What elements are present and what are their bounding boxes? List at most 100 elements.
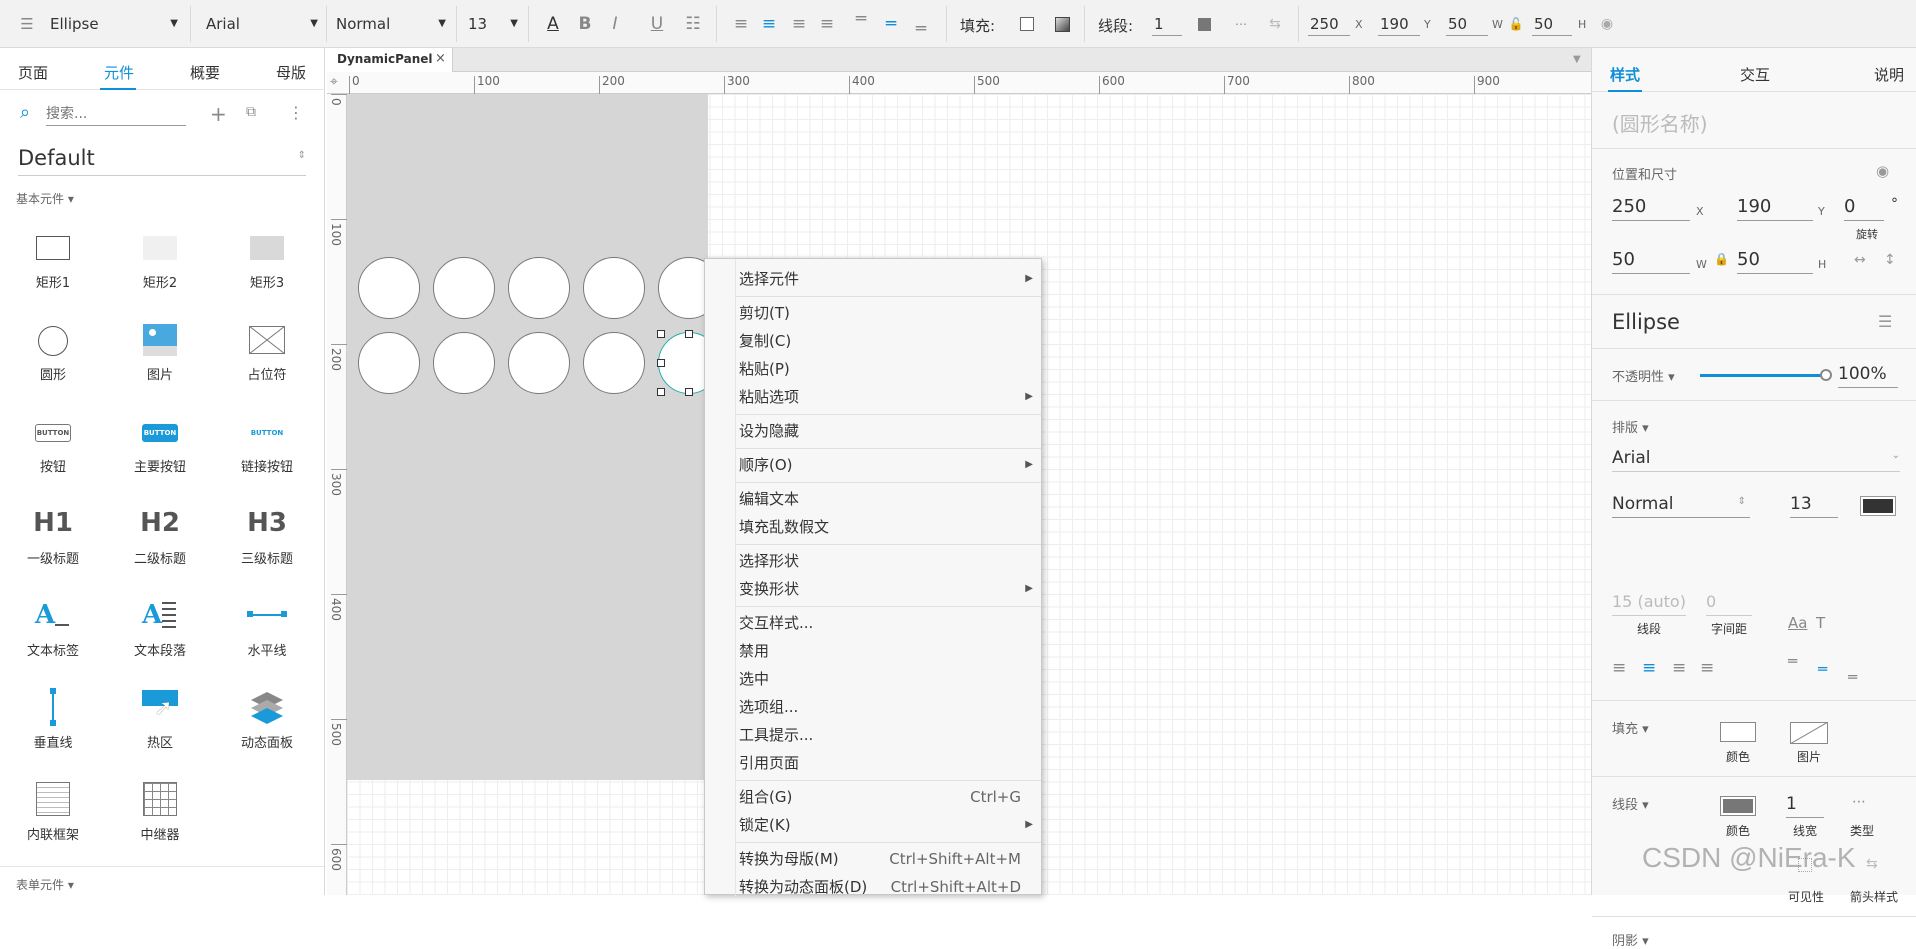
italic-icon[interactable]: I [604, 13, 626, 35]
fill-gradient-icon[interactable] [1055, 17, 1070, 32]
align-left-icon[interactable]: ≡ [1612, 658, 1626, 678]
font-size-select[interactable]: 13 ▼ [460, 10, 524, 38]
opacity-slider-thumb[interactable] [1820, 369, 1832, 381]
menu-item-edit-text[interactable]: 编辑文本 [705, 485, 1041, 513]
ellipse[interactable] [433, 257, 495, 319]
text-shadow-icon[interactable]: T [1816, 614, 1825, 632]
shape-name-input[interactable]: (圆形名称) [1612, 108, 1708, 137]
section-basic-widgets[interactable]: 基本元件 ▾ [16, 190, 74, 207]
lock-open-icon[interactable]: 🔓 [1505, 13, 1527, 35]
ellipse[interactable] [508, 257, 570, 319]
font-family-select[interactable]: Arial ⌄ [1612, 444, 1900, 472]
menu-item-convert-master[interactable]: 转换为母版(M) Ctrl+Shift+Alt+M [705, 845, 1041, 873]
opacity-slider-track[interactable] [1700, 374, 1826, 377]
resize-handle[interactable] [657, 388, 665, 396]
style-edit-icon[interactable]: ☰ [16, 13, 38, 35]
valign-top-icon[interactable]: ═ [850, 8, 872, 30]
align-right-icon[interactable]: ≡ [1672, 658, 1686, 678]
widget-rect3[interactable]: 矩形3 [217, 228, 317, 291]
menu-item-select-widget[interactable]: 选择元件 ▶ [705, 265, 1041, 293]
align-center-icon[interactable]: ≡ [1642, 658, 1656, 678]
height-field[interactable]: 50 [1737, 246, 1813, 274]
resize-handle[interactable] [657, 330, 665, 338]
eye-icon[interactable]: ◉ [1596, 13, 1618, 35]
shape-style-select[interactable]: Ellipse ▼ [42, 10, 184, 38]
width-field[interactable]: 50 [1612, 246, 1690, 274]
resize-handle[interactable] [685, 388, 693, 396]
y-field[interactable]: 190 [1737, 193, 1813, 221]
stroke-color-swatch[interactable] [1198, 18, 1211, 31]
x-input[interactable]: 250 [1308, 12, 1350, 36]
valign-bottom-icon[interactable]: ═ [910, 18, 932, 40]
search-input[interactable] [46, 102, 186, 126]
menu-item-set-hidden[interactable]: 设为隐藏 [705, 417, 1041, 445]
arrow-style-icon[interactable]: ⇆ [1866, 856, 1878, 872]
menu-item-transform-shape[interactable]: 变换形状 ▶ [705, 575, 1041, 603]
stroke-width-field[interactable]: 1 [1786, 790, 1824, 818]
widget-horizontal-line[interactable]: 水平线 [217, 596, 317, 659]
style-edit-icon[interactable]: ☰ [1878, 312, 1892, 331]
eye-icon[interactable]: ◉ [1876, 162, 1889, 180]
widget-dynamic-panel[interactable]: 动态面板 [217, 688, 317, 751]
tab-pages[interactable]: 页面 [18, 62, 48, 83]
widget-primary-button[interactable]: BUTTON 主要按钮 [110, 412, 210, 475]
resize-handle[interactable] [685, 330, 693, 338]
menu-item-copy[interactable]: 复制(C) [705, 327, 1041, 355]
widget-rect1[interactable]: 矩形1 [3, 228, 103, 291]
ellipse[interactable] [508, 332, 570, 394]
ellipse[interactable] [358, 257, 420, 319]
valign-middle-icon[interactable]: ═ [1818, 660, 1827, 678]
ellipse[interactable] [433, 332, 495, 394]
valign-top-icon[interactable]: ═ [1788, 652, 1797, 670]
widget-vertical-line[interactable]: 垂直线 [3, 688, 103, 751]
library-copy-icon[interactable]: ⧉ [246, 104, 256, 120]
widget-button[interactable]: BUTTON 按钮 [3, 412, 103, 475]
underline-icon[interactable]: U [646, 13, 668, 35]
arrow-style-icon[interactable]: ⇆ [1264, 13, 1286, 35]
bold-icon[interactable]: B [574, 13, 596, 35]
align-left-icon[interactable]: ≡ [730, 13, 752, 35]
resize-handle[interactable] [657, 359, 665, 367]
menu-item-selected[interactable]: 选中 [705, 665, 1041, 693]
more-options-icon[interactable]: ⋮ [288, 103, 304, 122]
tab-notes[interactable]: 说明 [1874, 64, 1904, 85]
menu-item-cut[interactable]: 剪切(T) [705, 299, 1041, 327]
close-icon[interactable]: × [435, 51, 446, 66]
widget-text-paragraph[interactable]: A 文本段落 [110, 596, 210, 659]
fill-color-swatch[interactable] [1020, 17, 1034, 31]
opacity-field[interactable]: 100% [1838, 360, 1898, 388]
font-size-field[interactable]: 13 [1790, 490, 1838, 518]
x-field[interactable]: 250 [1612, 193, 1690, 221]
char-spacing-field[interactable]: 0 [1706, 588, 1752, 616]
stroke-pattern-icon[interactable]: ⋯ [1852, 794, 1866, 810]
font-family-select[interactable]: Arial ▼ [198, 10, 324, 38]
stroke-width-input[interactable]: 1 [1152, 12, 1182, 36]
menu-item-fill-lorem[interactable]: 填充乱数假文 [705, 513, 1041, 541]
valign-bottom-icon[interactable]: ═ [1848, 668, 1857, 686]
menu-item-convert-dynamic-panel[interactable]: 转换为动态面板(D) Ctrl+Shift+Alt+D [705, 873, 1041, 901]
widget-link-button[interactable]: BUTTON 链接按钮 [217, 412, 317, 475]
widget-inline-frame[interactable]: 内联框架 [3, 780, 103, 843]
widget-image[interactable]: 图片 [110, 320, 210, 383]
widget-h1[interactable]: H1 一级标题 [3, 504, 103, 567]
stroke-section-label[interactable]: 线段 ▾ [1612, 794, 1649, 813]
stroke-color-swatch[interactable] [1720, 796, 1756, 816]
valign-middle-icon[interactable]: ═ [880, 13, 902, 35]
ellipse[interactable] [358, 332, 420, 394]
font-style-select[interactable]: Normal ▼ [328, 10, 452, 38]
align-justify-icon[interactable]: ≡ [816, 13, 838, 35]
font-color-swatch[interactable] [1860, 496, 1896, 516]
widget-h2[interactable]: H2 二级标题 [110, 504, 210, 567]
typography-label[interactable]: 排版 ▾ [1612, 417, 1649, 436]
menu-item-tooltip[interactable]: 工具提示... [705, 721, 1041, 749]
menu-item-paste[interactable]: 粘贴(P) [705, 355, 1041, 383]
menu-item-interaction-styles[interactable]: 交互样式... [705, 609, 1041, 637]
widget-repeater[interactable]: 中继器 [110, 780, 210, 843]
width-input[interactable]: 50 [1446, 12, 1488, 36]
fit-width-icon[interactable]: ↔ [1854, 252, 1866, 268]
bullet-list-icon[interactable]: ☷ [682, 13, 704, 35]
section-form-widgets[interactable]: 表单元件 ▾ [16, 876, 74, 893]
stroke-pattern-icon[interactable]: ⋯ [1230, 13, 1252, 35]
widget-text-label[interactable]: A 文本标签 [3, 596, 103, 659]
line-spacing-field[interactable]: 15 (auto) [1612, 588, 1686, 616]
